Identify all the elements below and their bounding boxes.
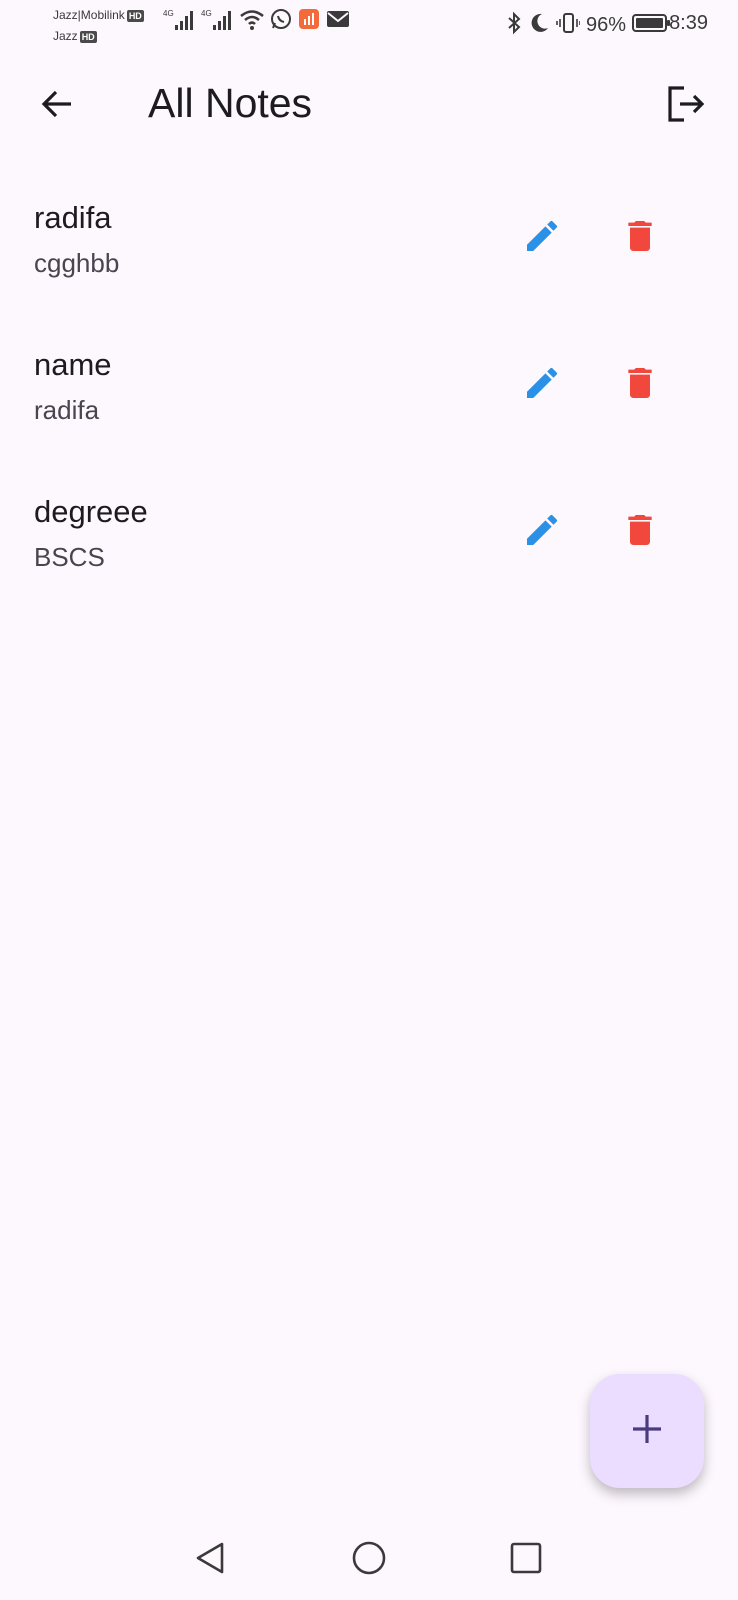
notes-list: radifa cgghbb name radifa degreee BSCS [0,180,738,621]
vibrate-icon [556,11,581,40]
app-bar: All Notes [0,60,738,150]
nav-home-button[interactable] [341,1532,397,1588]
square-recents-icon [509,1541,543,1580]
battery-icon [632,11,672,40]
note-description: cgghbb [34,248,120,278]
nav-back-button[interactable] [182,1532,238,1588]
note-description: radifa [34,395,100,425]
carrier-secondary: Jazz HD [53,29,97,43]
hd-badge-secondary: HD [79,31,97,43]
add-note-button[interactable] [590,1374,704,1488]
trash-icon [620,216,660,261]
wifi-icon [239,7,265,36]
carrier-secondary-label: Jazz [53,29,78,43]
carrier-primary-label: Jazz|Mobilink [53,8,125,22]
delete-button[interactable] [616,361,664,409]
mail-icon [325,7,351,36]
network-type-label-secondary: 4G [201,9,212,18]
delete-button[interactable] [616,508,664,556]
note-title: name [34,347,112,382]
pencil-icon [522,216,562,261]
note-title: radifa [34,200,112,235]
hd-badge: HD [126,10,144,22]
nav-recents-button[interactable] [498,1532,554,1588]
battery-percent: 96% [585,14,626,36]
app-notification-icon [297,7,321,36]
list-item[interactable]: degreee BSCS [0,474,738,621]
triangle-back-icon [192,1540,228,1581]
logout-icon [666,84,706,129]
edit-button[interactable] [518,508,566,556]
plus-icon [629,1411,665,1452]
circle-home-icon [350,1539,388,1582]
status-bar: Jazz|Mobilink HD Jazz HD 4G 4G 96% 8:39 [0,0,738,50]
signal-icon-secondary: 4G [201,7,235,36]
back-button[interactable] [33,82,81,130]
pencil-icon [522,510,562,555]
trash-icon [620,510,660,555]
edit-button[interactable] [518,361,566,409]
clock: 8:39 [669,12,708,34]
logout-button[interactable] [662,82,710,130]
list-item[interactable]: name radifa [0,327,738,474]
edit-button[interactable] [518,214,566,262]
note-title: degreee [34,494,148,529]
status-icons-right: 96% [506,11,672,40]
delete-button[interactable] [616,214,664,262]
note-description: BSCS [34,542,105,572]
system-nav-bar [0,1522,738,1600]
bluetooth-icon [506,11,522,40]
network-type-label: 4G [163,9,174,18]
list-item[interactable]: radifa cgghbb [0,180,738,327]
moon-icon [528,11,550,40]
signal-icon: 4G [163,7,197,36]
trash-icon [620,363,660,408]
status-icons-left: 4G 4G [163,7,351,36]
page-title: All Notes [148,80,313,126]
arrow-left-icon [39,86,75,127]
pencil-icon [522,363,562,408]
carrier-primary: Jazz|Mobilink HD [53,8,144,22]
whatsapp-icon [269,7,293,36]
